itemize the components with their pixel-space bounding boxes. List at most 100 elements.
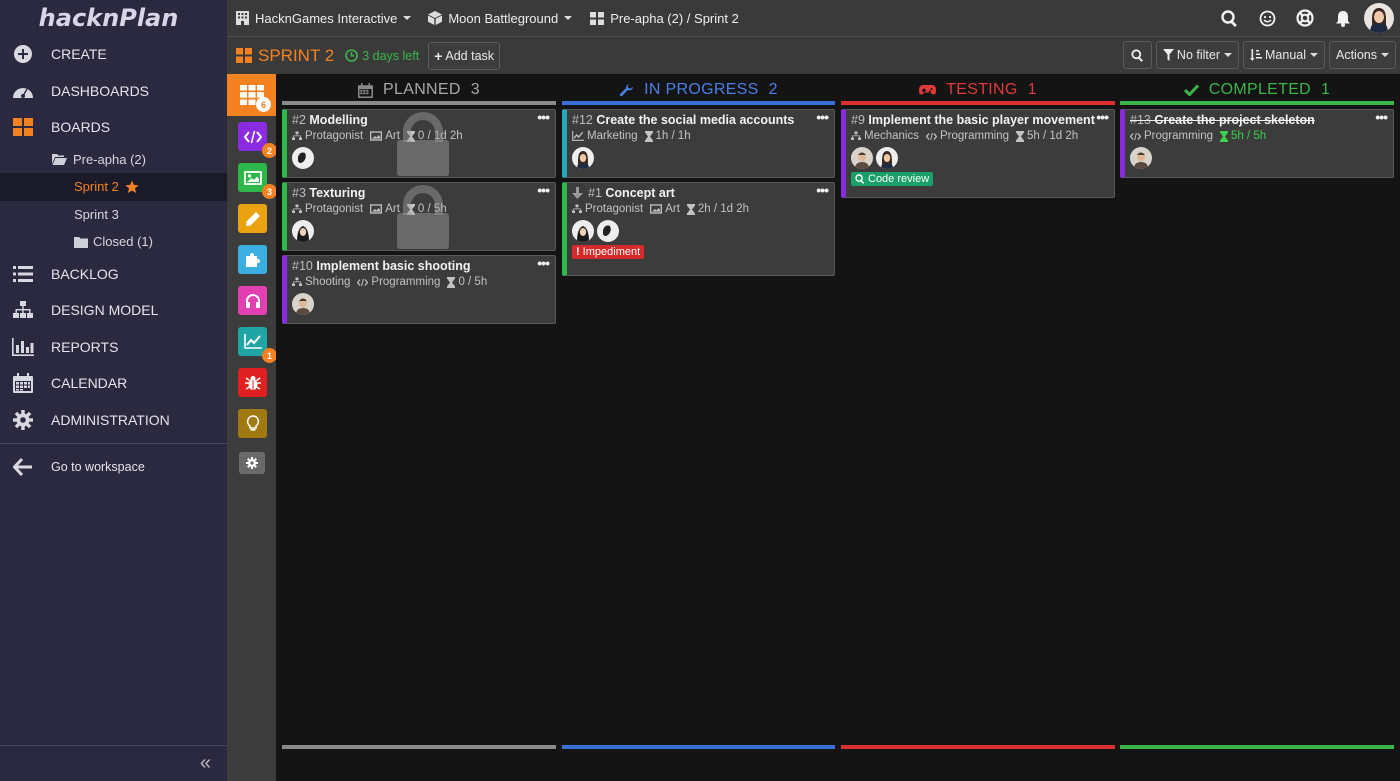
collapse-sidebar-button[interactable]: « (0, 745, 227, 781)
sort-dropdown[interactable]: Manual (1243, 41, 1325, 69)
actions-dropdown[interactable]: Actions (1329, 41, 1396, 69)
discipline-programming[interactable]: 2 (238, 122, 277, 158)
sidebar-item-sprint-3[interactable]: Sprint 3 (0, 201, 227, 229)
nav-dashboards[interactable]: DASHBOARDS (0, 73, 227, 110)
assignee-avatar[interactable] (572, 147, 594, 169)
column-count: 2 (768, 81, 778, 98)
card-menu-button[interactable]: ••• (537, 110, 550, 124)
card-menu-button[interactable]: ••• (816, 183, 829, 197)
closed-label: Closed (1) (93, 234, 153, 250)
nav-backlog[interactable]: BACKLOG (0, 256, 227, 293)
boards-icon (590, 11, 605, 25)
assignee-avatar[interactable] (1130, 147, 1152, 169)
nav-administration[interactable]: ADMINISTRATION (0, 402, 227, 439)
nav-reports-label: REPORTS (51, 338, 119, 355)
workspace-selector[interactable]: HacknGames Interactive (236, 10, 412, 26)
board-search-button[interactable] (1122, 41, 1152, 69)
completed-column-bar (1120, 101, 1394, 105)
check-icon (1183, 84, 1199, 96)
nav-boards[interactable]: BOARDS (0, 109, 227, 146)
sprint-header: SPRINT 2 3 days left + Add task No filte… (227, 36, 1400, 74)
column-name: PLANNED (383, 81, 461, 98)
discipline-game-design[interactable] (238, 245, 267, 274)
all-disciplines-button[interactable]: 6 (227, 74, 276, 116)
discipline-design[interactable] (238, 204, 267, 233)
filter-dropdown[interactable]: No filter (1155, 41, 1239, 69)
task-number: #2 (292, 113, 306, 127)
image-icon (370, 131, 383, 141)
assignee-avatar[interactable] (292, 293, 314, 315)
card-menu-button[interactable]: ••• (1375, 110, 1388, 124)
add-task-label: Add task (445, 48, 495, 63)
assignee-avatar[interactable] (292, 220, 314, 242)
completed-column-footer (1120, 745, 1394, 749)
sprint-3-label: Sprint 3 (74, 206, 119, 222)
user-avatar[interactable] (1364, 3, 1394, 33)
card-menu-button[interactable]: ••• (537, 256, 550, 270)
app-logo[interactable]: hacknPlan (0, 0, 227, 36)
task-assignees (292, 220, 550, 242)
task-card[interactable]: #3 Texturing Protagonist Art 0 / 5h ••• (282, 182, 556, 251)
assignee-avatar[interactable] (597, 220, 619, 242)
task-title-text: Texturing (309, 186, 366, 200)
exclamation-icon: ! (576, 246, 580, 258)
nav-boards-label: BOARDS (51, 119, 111, 136)
discipline-ideas[interactable] (238, 409, 267, 438)
nav-design-model[interactable]: DESIGN MODEL (0, 292, 227, 329)
task-card[interactable]: #13 Create the project skeleton Programm… (1120, 109, 1394, 178)
nav-reports[interactable]: REPORTS (0, 329, 227, 366)
assignee-avatar[interactable] (572, 220, 594, 242)
column-count: 3 (470, 81, 480, 98)
sitemap-icon (572, 204, 582, 213)
task-card[interactable]: #2 Modelling Protagonist Art 0 / 1d 2h •… (282, 109, 556, 178)
discipline-audio[interactable] (238, 286, 267, 315)
task-number: #10 (292, 259, 313, 273)
nav-calendar-label: CALENDAR (51, 375, 128, 392)
sprint-2-label: Sprint 2 (74, 179, 119, 195)
card-menu-button[interactable]: ••• (537, 183, 550, 197)
workspace-name: HacknGames Interactive (255, 10, 398, 26)
task-assignees (292, 147, 550, 169)
board-breadcrumb[interactable]: Pre-apha (2) / Sprint 2 (590, 11, 739, 26)
assignee-avatar[interactable] (292, 147, 314, 169)
task-meta: Programming 5h / 5h (1130, 130, 1388, 142)
code-review-tag[interactable]: Code review (851, 172, 934, 186)
card-menu-button[interactable]: ••• (1096, 110, 1109, 124)
cube-icon (428, 11, 443, 25)
bell-icon[interactable] (1324, 10, 1362, 27)
sidebar-item-sprint-2[interactable]: Sprint 2 (0, 173, 227, 201)
nav-create[interactable]: CREATE (0, 36, 227, 73)
hourglass-icon (1016, 130, 1024, 142)
code-icon (357, 278, 369, 286)
task-assignees (851, 147, 1109, 169)
image-icon (243, 170, 262, 185)
help-lifebuoy-icon[interactable] (1286, 9, 1324, 27)
task-card[interactable]: #12 Create the social media accounts Mar… (562, 109, 835, 178)
search-icon[interactable] (1210, 9, 1248, 27)
smiley-icon[interactable] (1248, 10, 1286, 27)
discipline-marketing[interactable]: 1 (238, 327, 277, 363)
sitemap-icon (292, 131, 302, 140)
sidebar-item-closed[interactable]: Closed (1) (0, 228, 227, 256)
nav-calendar[interactable]: CALENDAR (0, 365, 227, 402)
project-selector[interactable]: Moon Battleground (428, 11, 573, 26)
folder-pre-apha[interactable]: Pre-apha (2) (0, 146, 227, 174)
discipline-bugs[interactable] (238, 368, 267, 397)
card-menu-button[interactable]: ••• (816, 110, 829, 124)
folder-open-icon (52, 153, 67, 166)
kanban-board: PLANNED 3 IN PROGRESS 2 TESTING 1 COMPLE… (276, 74, 1400, 781)
nav-go-to-workspace[interactable]: Go to workspace (0, 449, 227, 486)
task-number: #13 (1130, 113, 1151, 127)
building-icon (236, 11, 249, 25)
task-card[interactable]: #1 Concept art Protagonist Art 2h / 1d 2… (562, 182, 835, 276)
discipline-art[interactable]: 3 (238, 163, 277, 199)
add-task-button[interactable]: + Add task (428, 41, 501, 70)
impediment-tag[interactable]: ! Impediment (572, 245, 645, 259)
assignee-avatar[interactable] (851, 147, 873, 169)
plus-icon: + (434, 47, 443, 64)
task-card[interactable]: #9 Implement the basic player movement M… (841, 109, 1115, 198)
star-icon[interactable] (125, 180, 139, 194)
assignee-avatar[interactable] (876, 147, 898, 169)
discipline-settings-button[interactable] (239, 452, 265, 474)
task-card[interactable]: #10 Implement basic shooting Shooting Pr… (282, 255, 556, 324)
